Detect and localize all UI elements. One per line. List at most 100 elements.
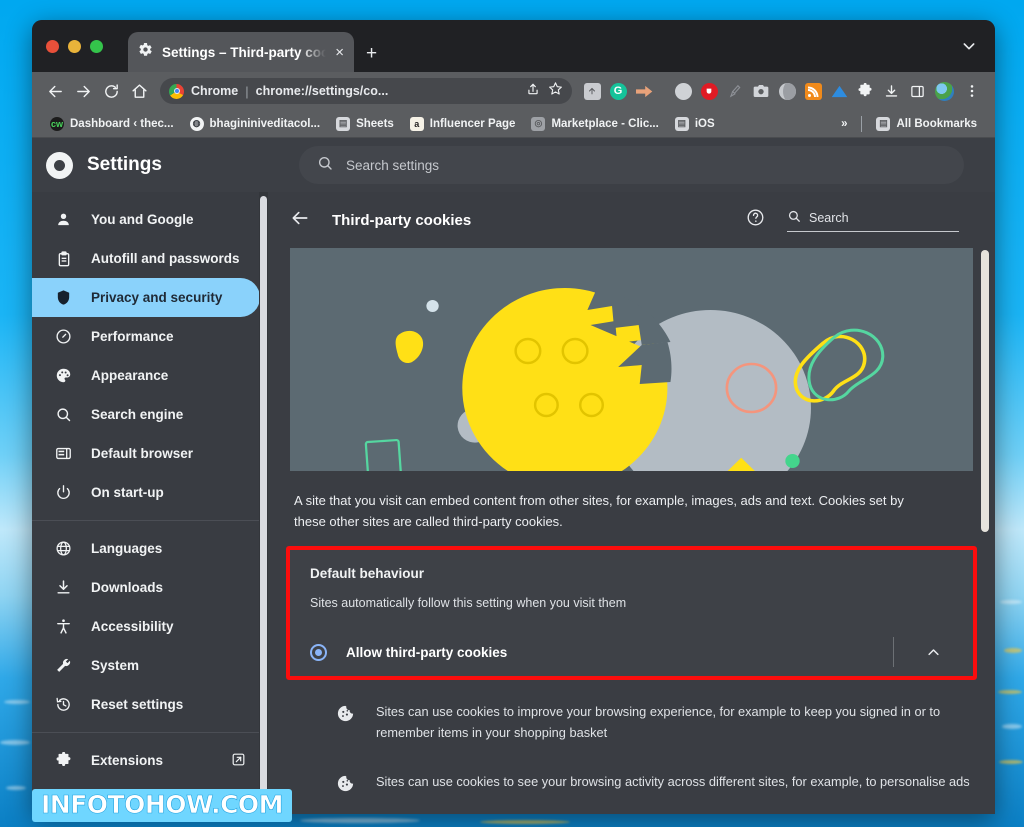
close-icon[interactable]: × — [335, 45, 344, 60]
extension-icon-circle-grey[interactable] — [674, 82, 692, 100]
palette-icon — [54, 366, 73, 385]
omnibox-url[interactable]: chrome://settings/co... — [256, 84, 519, 98]
sidebar-item-default-browser[interactable]: Default browser — [32, 434, 260, 473]
share-icon[interactable] — [526, 82, 540, 101]
settings-page: Settings Search settings You and Google — [32, 138, 995, 814]
sidebar-item-autofill-and-passwords[interactable]: Autofill and passwords — [32, 239, 260, 278]
bookmark-item[interactable]: ◎ Marketplace - Clic... — [523, 116, 666, 131]
chevron-up-icon[interactable] — [913, 645, 953, 660]
sidebar-item-label: Languages — [91, 541, 163, 556]
sidebar-item-languages[interactable]: Languages — [32, 529, 260, 568]
folder-icon: ▤ — [674, 116, 689, 131]
subpage-search-placeholder: Search — [809, 211, 849, 225]
sidebar-item-label: You and Google — [91, 212, 194, 227]
sidebar-item-performance[interactable]: Performance — [32, 317, 260, 356]
tab-title: Settings – Third-party cookies — [162, 44, 327, 60]
sidebar-item-you-and-google[interactable]: You and Google — [32, 200, 260, 239]
browser-tab[interactable]: Settings – Third-party cookies × — [128, 32, 354, 72]
globe-icon — [54, 539, 73, 558]
overflow-label: » — [841, 117, 848, 130]
default-behaviour-card: Default behaviour Sites automatically fo… — [290, 550, 973, 677]
extension-icon-sidepanel[interactable] — [909, 83, 926, 100]
profile-avatar[interactable] — [934, 81, 954, 101]
history-restore-icon — [54, 695, 73, 714]
allow-third-party-cookies-row[interactable]: Allow third-party cookies — [310, 632, 953, 672]
bookmark-item[interactable]: ▤ iOS — [667, 116, 723, 131]
bookmark-label: Sheets — [356, 117, 394, 130]
bookmark-item[interactable]: cw Dashboard ‹ thec... — [42, 116, 182, 131]
sidebar-item-extensions[interactable]: Extensions — [32, 741, 260, 780]
address-bar[interactable]: Chrome | chrome://settings/co... — [160, 78, 572, 104]
search-settings-input[interactable]: Search settings — [299, 146, 964, 184]
maximize-window-button[interactable] — [90, 40, 103, 53]
extension-icon-arrow[interactable] — [635, 83, 653, 100]
extension-icon-screenshot[interactable] — [583, 82, 601, 100]
bookmark-label: bhagininiveditacol... — [209, 117, 321, 130]
list-item: Sites can use cookies to see your browsi… — [290, 766, 973, 814]
sidebar-item-downloads[interactable]: Downloads — [32, 568, 260, 607]
bookmarks-overflow-button[interactable]: » — [833, 118, 855, 130]
bookmark-label: Influencer Page — [429, 117, 516, 130]
main-scrollbar-thumb[interactable] — [981, 250, 989, 532]
minimize-window-button[interactable] — [68, 40, 81, 53]
divider — [893, 637, 894, 668]
accessibility-icon — [54, 617, 73, 636]
extension-icon-ruler[interactable] — [727, 83, 744, 100]
shield-icon — [54, 288, 73, 307]
search-icon — [317, 155, 333, 176]
sidebar-scrollbar-thumb[interactable] — [260, 196, 267, 796]
sidebar-item-label: System — [91, 658, 140, 673]
extension-icon-camera[interactable] — [753, 83, 770, 100]
sidebar-scrollbar-track[interactable] — [259, 192, 268, 814]
sidebar-item-appearance[interactable]: Appearance — [32, 356, 260, 395]
all-bookmarks-label: All Bookmarks — [896, 117, 977, 130]
sidebar-item-accessibility[interactable]: Accessibility — [32, 607, 260, 646]
bookmark-item[interactable]: ▤ Sheets — [328, 116, 402, 131]
external-link-icon — [231, 752, 246, 770]
back-button[interactable] — [42, 78, 68, 104]
home-button[interactable] — [126, 78, 152, 104]
extension-icon-rss[interactable] — [804, 82, 822, 100]
chrome-menu-icon[interactable] — [959, 78, 985, 104]
sidebar-item-label: Privacy and security — [91, 290, 223, 305]
subpage-header: Third-party cookies Search — [290, 192, 973, 248]
extension-icon-download[interactable] — [883, 83, 900, 100]
cookie-info-list: Sites can use cookies to improve your br… — [290, 680, 973, 814]
new-tab-button[interactable]: + — [366, 44, 377, 63]
sidebar-item-on-start-up[interactable]: On start-up — [32, 473, 260, 512]
sidebar-item-reset-settings[interactable]: Reset settings — [32, 685, 260, 724]
list-item: Sites can use cookies to improve your br… — [290, 696, 973, 765]
all-bookmarks-button[interactable]: ▤ All Bookmarks — [868, 116, 985, 131]
forward-button[interactable] — [70, 78, 96, 104]
highlight-annotation: Default behaviour Sites automatically fo… — [286, 546, 977, 681]
back-arrow-icon[interactable] — [290, 208, 310, 233]
folder-icon: ▤ — [876, 116, 891, 131]
settings-sidebar: You and Google Autofill and passwords Pr… — [32, 192, 268, 814]
bookmark-star-icon[interactable] — [548, 81, 563, 101]
help-circle-icon[interactable] — [746, 208, 765, 232]
sidebar-item-label: Performance — [91, 329, 174, 344]
search-icon — [787, 209, 801, 228]
radio-allow-third-party-cookies[interactable] — [310, 643, 327, 661]
chevron-down-icon[interactable] — [961, 38, 977, 59]
reload-button[interactable] — [98, 78, 124, 104]
sidebar-item-search-engine[interactable]: Search engine — [32, 395, 260, 434]
list-item-text: Sites can use cookies to see your browsi… — [376, 773, 970, 789]
close-window-button[interactable] — [46, 40, 59, 53]
extension-icon-moon[interactable] — [778, 82, 796, 100]
search-settings-placeholder: Search settings — [346, 157, 440, 173]
sidebar-item-system[interactable]: System — [32, 646, 260, 685]
browser-window-icon — [54, 444, 73, 463]
radio-label: Allow third-party cookies — [346, 644, 508, 660]
bookmark-item[interactable]: a Influencer Page — [402, 116, 524, 131]
browser-window: Settings – Third-party cookies × + Chrom… — [32, 20, 995, 814]
sidebar-item-privacy-and-security[interactable]: Privacy and security — [32, 278, 260, 317]
omnibox-separator: | — [245, 83, 249, 99]
bookmark-label: iOS — [694, 117, 715, 130]
extension-icon-pocket[interactable] — [700, 82, 718, 100]
extension-icon-grammarly[interactable]: G — [609, 82, 627, 100]
extension-icon-triangle[interactable] — [831, 83, 848, 100]
subpage-search-input[interactable]: Search — [787, 209, 959, 232]
bookmark-item[interactable]: ◍ bhagininiveditacol... — [182, 116, 329, 131]
extension-icon-puzzle[interactable] — [857, 83, 874, 100]
